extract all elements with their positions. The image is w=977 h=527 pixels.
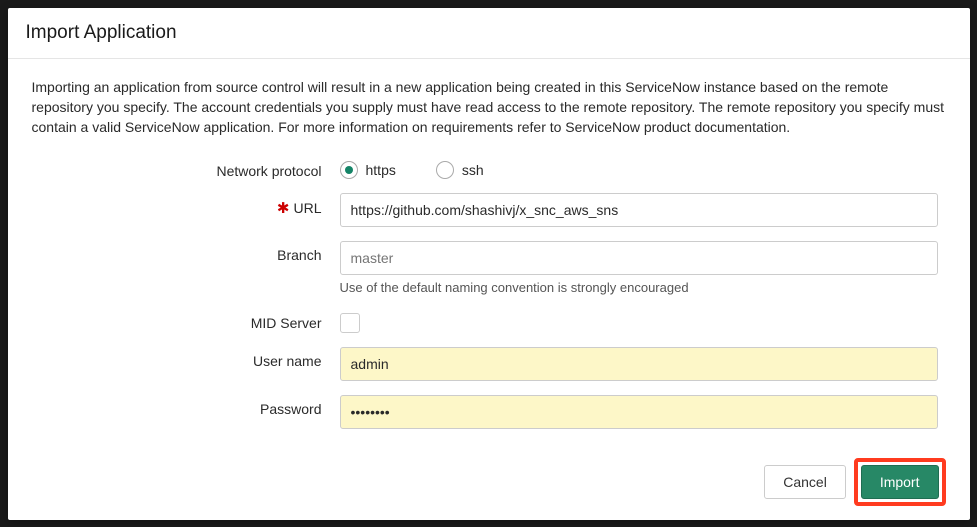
password-field-wrap (340, 395, 938, 429)
branch-field-wrap: Use of the default naming convention is … (340, 241, 938, 295)
network-protocol-row: Network protocol https ssh (32, 157, 946, 179)
modal-footer: Cancel Import (8, 458, 970, 520)
password-row: Password (32, 395, 946, 429)
password-label: Password (32, 395, 340, 417)
radio-circle-icon (436, 161, 454, 179)
import-application-modal: Import Application Importing an applicat… (8, 8, 970, 520)
url-label: ✱URL (32, 193, 340, 217)
branch-input[interactable] (340, 241, 938, 275)
branch-row: Branch Use of the default naming convent… (32, 241, 946, 295)
modal-body: Importing an application from source con… (8, 59, 970, 458)
mid-server-checkbox[interactable] (340, 313, 360, 333)
modal-description: Importing an application from source con… (32, 77, 946, 138)
url-input[interactable] (340, 193, 938, 227)
password-input[interactable] (340, 395, 938, 429)
radio-circle-icon (340, 161, 358, 179)
user-name-input[interactable] (340, 347, 938, 381)
network-protocol-label: Network protocol (32, 157, 340, 179)
user-name-row: User name (32, 347, 946, 381)
import-highlight: Import (854, 458, 946, 506)
required-asterisk-icon: ✱ (277, 200, 290, 217)
modal-header: Import Application (8, 8, 970, 59)
radio-https[interactable]: https (340, 161, 396, 179)
branch-help-text: Use of the default naming convention is … (340, 280, 938, 295)
url-row: ✱URL (32, 193, 946, 227)
user-name-field-wrap (340, 347, 938, 381)
url-field-wrap (340, 193, 938, 227)
radio-https-label: https (366, 162, 396, 178)
network-protocol-radios: https ssh (340, 157, 938, 179)
mid-server-row: MID Server (32, 309, 946, 333)
cancel-button[interactable]: Cancel (764, 465, 846, 499)
mid-server-label: MID Server (32, 309, 340, 331)
radio-dot-icon (345, 166, 353, 174)
url-label-text: URL (293, 200, 321, 216)
branch-label: Branch (32, 241, 340, 263)
user-name-label: User name (32, 347, 340, 369)
radio-ssh[interactable]: ssh (436, 161, 484, 179)
modal-title: Import Application (26, 22, 952, 44)
import-button[interactable]: Import (861, 465, 939, 499)
radio-ssh-label: ssh (462, 162, 484, 178)
mid-server-field-wrap (340, 309, 938, 333)
